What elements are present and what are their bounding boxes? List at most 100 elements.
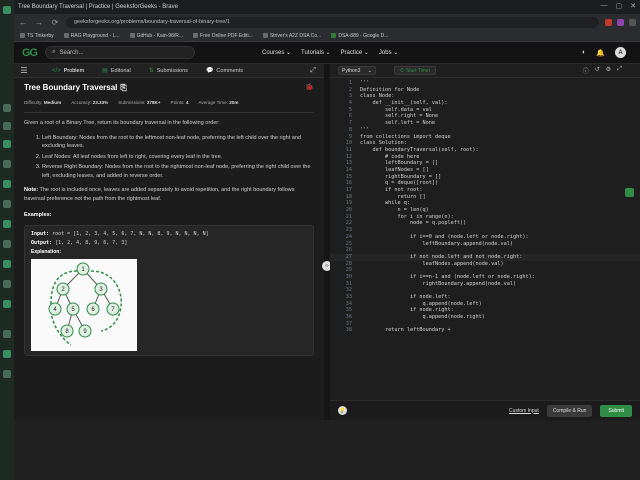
code-line[interactable]: 2 Definition for Node — [330, 87, 640, 94]
bookmark-item[interactable]: RAG Playground - L... — [63, 33, 120, 39]
nav-jobs[interactable]: Jobs ⌄ — [379, 49, 398, 56]
tab-editorial[interactable]: ▤ Editorial — [102, 67, 131, 75]
code-line[interactable]: 32 — [330, 287, 640, 294]
maximize-button[interactable]: ▢ — [616, 2, 623, 10]
code-line[interactable]: 11 def boundaryTraversal(self, root): — [330, 147, 640, 154]
app-icon[interactable] — [3, 350, 11, 358]
app-icon[interactable] — [3, 260, 11, 268]
brave-shield-icon[interactable] — [605, 18, 612, 26]
reset-icon[interactable]: ↺ — [595, 66, 600, 75]
app-icon[interactable] — [3, 180, 11, 188]
code-line[interactable]: 29 — [330, 267, 640, 274]
address-bar[interactable]: geeksforgeeks.org/problems/boundary-trav… — [66, 16, 599, 28]
reload-button[interactable]: ⟳ — [50, 18, 60, 27]
app-icon[interactable] — [3, 280, 11, 288]
hamburger-menu-icon[interactable]: ☰ — [14, 66, 34, 75]
tab-problem[interactable]: </> Problem — [52, 68, 84, 74]
app-icon[interactable] — [3, 160, 11, 168]
settings-icon[interactable]: ⚙ — [606, 66, 611, 75]
chat-widget-icon[interactable] — [625, 188, 634, 197]
app-icon[interactable] — [3, 370, 11, 378]
nav-courses[interactable]: Courses ⌄ — [262, 49, 291, 56]
back-button[interactable]: ← — [18, 18, 28, 27]
expand-icon[interactable]: ⤢ — [310, 67, 316, 75]
submit-button[interactable]: Submit — [600, 404, 632, 417]
search-input[interactable]: ⌕ Search... — [45, 46, 196, 59]
code-line[interactable]: 27 if not node.left and not node.right: — [330, 253, 640, 261]
lightbulb-icon[interactable]: 💡 — [338, 406, 347, 415]
bookmark-item[interactable]: Free Online PDF Editi... — [193, 33, 253, 39]
code-line[interactable]: 28 leafNodes.append(node.val) — [330, 261, 640, 268]
code-line[interactable]: 10 class Solution: — [330, 140, 640, 147]
theme-toggle-icon[interactable]: ◐ — [582, 49, 586, 56]
code-line[interactable]: 3 class Node: — [330, 93, 640, 100]
code-line[interactable]: 35 if node.right: — [330, 307, 640, 314]
bookmark-item[interactable]: TS Tinkerby — [20, 33, 54, 39]
code-line[interactable]: 37 — [330, 321, 640, 328]
code-line[interactable]: 21 for i in range(n): — [330, 214, 640, 221]
code-line[interactable]: 7 self.left = None — [330, 120, 640, 127]
code-line[interactable]: 8 ''' — [330, 127, 640, 134]
code-line[interactable]: 26 — [330, 247, 640, 254]
bookmark-item[interactable]: Striver's A2Z DSA Co... — [262, 33, 321, 39]
compile-run-button[interactable]: Compile & Run — [546, 404, 593, 417]
gfg-logo[interactable]: GG — [22, 47, 38, 59]
code-line[interactable]: 38 return leftBoundary + — [330, 327, 640, 334]
code-line[interactable]: 22 node = q.popleft() — [330, 220, 640, 227]
code-line[interactable]: 17 if not root: — [330, 187, 640, 194]
code-line[interactable]: 19 while q: — [330, 200, 640, 207]
tab-comments[interactable]: 💬 Comments — [206, 67, 243, 75]
start-icon[interactable] — [3, 6, 11, 14]
copy-icon[interactable]: ⎘ — [120, 83, 126, 93]
avatar[interactable]: A — [615, 47, 626, 58]
code-line[interactable]: 30 if i==n-1 and (node.left or node.righ… — [330, 274, 640, 281]
code-area[interactable]: 1 ''' 2 Definition for Node 3 class Node: 4 de… — [330, 80, 640, 420]
code-line[interactable]: 23 — [330, 227, 640, 234]
forward-button[interactable]: → — [34, 18, 44, 27]
code-text: from collections import deque — [360, 133, 451, 140]
code-line[interactable]: 33 if node.left: — [330, 294, 640, 301]
code-line[interactable]: 18 return [] — [330, 194, 640, 201]
start-timer-button[interactable]: ⏱ Start Timer — [394, 66, 437, 75]
custom-input-link[interactable]: Custom Input — [509, 408, 539, 414]
code-line[interactable]: 14 leafNodes = [] — [330, 167, 640, 174]
code-line[interactable]: 9 from collections import deque — [330, 134, 640, 141]
code-line[interactable]: 6 self.right = None — [330, 113, 640, 120]
code-line[interactable]: 20 n = len(q) — [330, 207, 640, 214]
fullscreen-icon[interactable]: ⤢ — [617, 66, 622, 75]
code-line[interactable]: 31 rightBoundary.append(node.val) — [330, 281, 640, 288]
code-line[interactable]: 15 rightBoundary = [] — [330, 174, 640, 181]
code-line[interactable]: 12 # code here — [330, 154, 640, 161]
app-icon[interactable] — [3, 104, 11, 112]
code-line[interactable]: 34 q.append(node.left) — [330, 301, 640, 308]
notification-bell-icon[interactable]: 🔔 — [596, 49, 605, 57]
code-line[interactable]: 13 leftBoundary = [] — [330, 160, 640, 167]
app-icon[interactable] — [3, 122, 11, 130]
code-line[interactable]: 36 q.append(node.right) — [330, 314, 640, 321]
app-icon[interactable] — [3, 140, 11, 148]
bookmark-item[interactable]: GitHub - Kain-98/R... — [129, 33, 183, 39]
code-line[interactable]: 5 self.data = val — [330, 107, 640, 114]
code-line[interactable]: 25 leftBoundary.append(node.val) — [330, 241, 640, 248]
code-line[interactable]: 16 q = deque([root]) — [330, 180, 640, 187]
app-icon[interactable] — [3, 300, 11, 308]
code-line[interactable]: 4 def __init__(self, val): — [330, 100, 640, 107]
minimize-button[interactable]: — — [601, 2, 608, 10]
extension-icon[interactable] — [617, 18, 624, 26]
app-icon[interactable] — [3, 240, 11, 248]
close-button[interactable]: ✕ — [630, 2, 636, 10]
language-select[interactable]: Python3 ⌄ — [338, 66, 376, 75]
info-icon[interactable]: ⓘ — [583, 66, 589, 75]
nav-tutorials[interactable]: Tutorials ⌄ — [301, 49, 330, 56]
bookmark-item[interactable]: DSA-889 - Google D... — [331, 33, 388, 39]
code-line[interactable]: 24 if i==0 and (node.left or node.right)… — [330, 234, 640, 241]
line-number: 22 — [345, 220, 352, 227]
code-line[interactable]: 1 ''' — [330, 80, 640, 87]
app-icon[interactable] — [3, 330, 11, 338]
tab-submissions[interactable]: ⇅ Submissions — [149, 67, 188, 75]
nav-practice[interactable]: Practice ⌄ — [341, 49, 369, 56]
report-bug-icon[interactable]: 🐞 — [305, 84, 314, 93]
app-icon[interactable] — [3, 220, 11, 228]
app-icon[interactable] — [3, 200, 11, 208]
menu-icon[interactable] — [629, 18, 636, 26]
